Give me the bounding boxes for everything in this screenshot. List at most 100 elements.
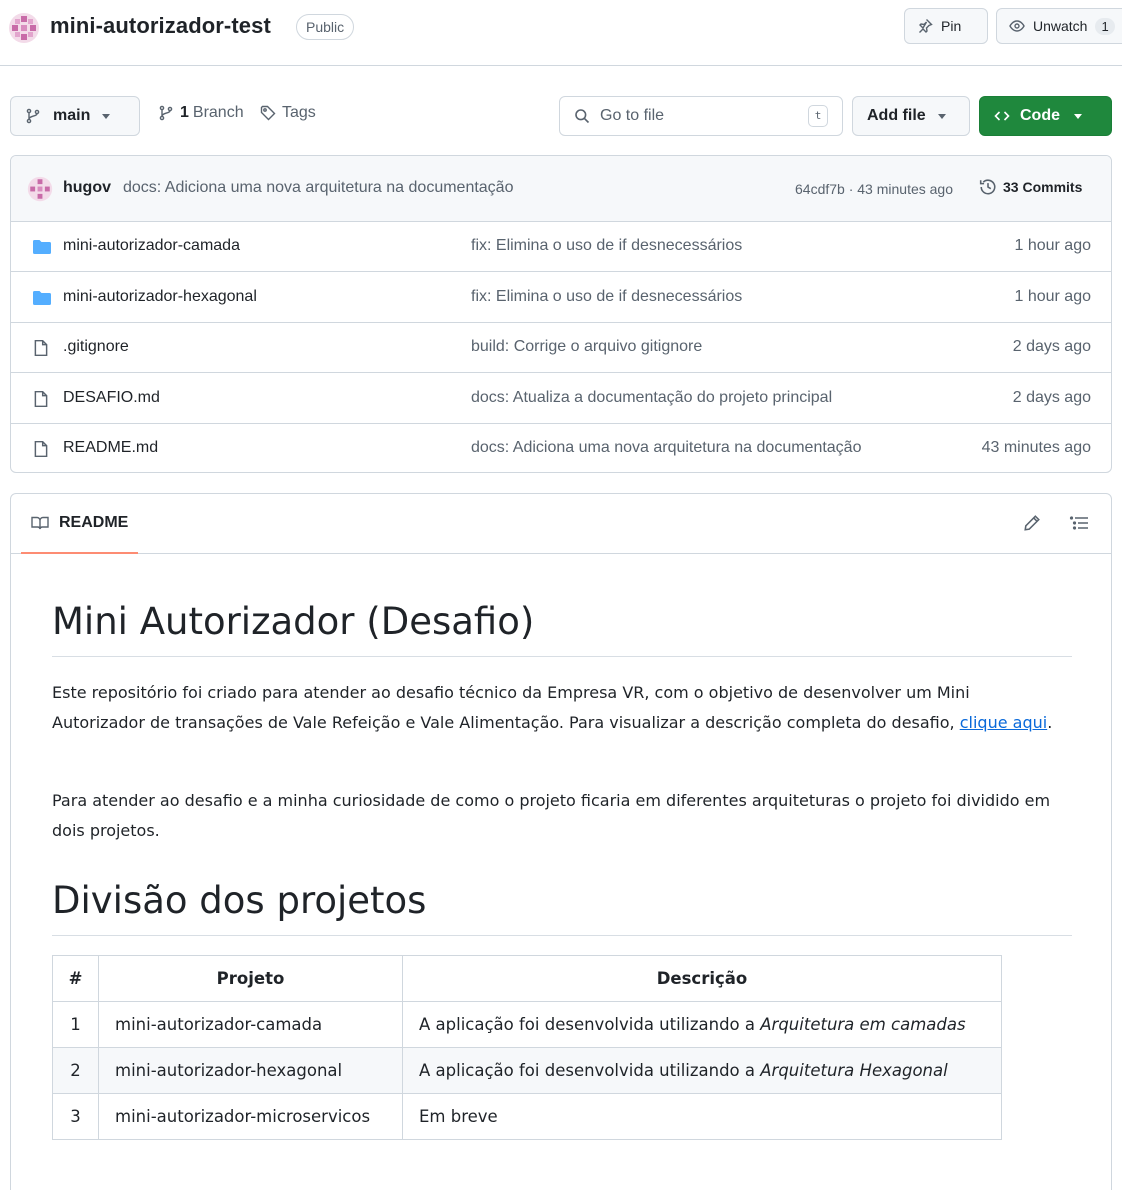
row-project: mini-autorizador-hexagonal	[98, 1047, 403, 1094]
readme-tab-label: README	[59, 514, 129, 531]
commit-author[interactable]: hugov	[63, 179, 111, 197]
readme-header: README	[11, 494, 1111, 554]
chevron-down-icon	[102, 113, 111, 119]
repo-header: mini-autorizador-test Public Pin Unwatch…	[0, 0, 1122, 66]
row-number: 2	[52, 1047, 99, 1094]
table-row: 3 mini-autorizador-microservicos Em breve	[52, 1093, 1002, 1140]
pencil-icon[interactable]	[1023, 514, 1041, 532]
file-name[interactable]: .gitignore	[63, 338, 129, 356]
file-row[interactable]: README.md docs: Adiciona uma nova arquite…	[11, 424, 1111, 472]
file-commit-message[interactable]: build: Corrige o arquivo gitignore	[471, 338, 702, 356]
desc-text: A aplicação foi desenvolvida utilizando …	[419, 1061, 761, 1080]
eye-icon	[1009, 18, 1025, 34]
file-row[interactable]: .gitignore build: Corrige o arquivo gitig…	[11, 323, 1111, 373]
row-project: mini-autorizador-camada	[98, 1001, 403, 1048]
tab-readme[interactable]: README	[21, 494, 139, 554]
branch-name: main	[53, 107, 91, 124]
file-row[interactable]: mini-autorizador-camada fix: Elimina o us…	[11, 222, 1111, 272]
history-icon	[979, 178, 997, 196]
pin-label: Pin	[941, 18, 962, 34]
file-row[interactable]: DESAFIO.md docs: Atualiza a documentação …	[11, 374, 1111, 424]
file-commit-message[interactable]: fix: Elimina o uso de if desnecessários	[471, 288, 742, 306]
code-label: Code	[1020, 107, 1060, 124]
latest-commit-bar: hugov docs: Adiciona uma nova arquitetur…	[11, 156, 1111, 222]
commits-link[interactable]: 33 Commits	[979, 178, 1082, 196]
readme-title: Mini Autorizador (Desafio)	[52, 598, 1072, 657]
row-number: 1	[52, 1001, 99, 1048]
unwatch-label: Unwatch	[1033, 18, 1088, 34]
branches-label: Branch	[192, 104, 244, 121]
readme-intro-paragraph: Este repositório foi criado para atender…	[52, 678, 1057, 737]
list-icon[interactable]	[1069, 514, 1089, 532]
pin-button[interactable]: Pin	[904, 8, 988, 44]
commit-hash-time[interactable]: 64cdf7b · 43 minutes ago	[795, 181, 953, 197]
row-description: Em breve	[402, 1093, 1002, 1140]
file-icon	[32, 339, 50, 357]
tags-link[interactable]: Tags	[260, 104, 316, 122]
chevron-down-icon	[937, 113, 946, 119]
file-commit-time: 1 hour ago	[1014, 287, 1091, 305]
file-commit-time: 43 minutes ago	[981, 439, 1091, 456]
chevron-down-icon	[1074, 113, 1082, 119]
branch-selector[interactable]: main	[10, 96, 140, 136]
table-row: 1 mini-autorizador-camada A aplicação foi …	[52, 1001, 1002, 1048]
repo-name[interactable]: mini-autorizador-test	[50, 13, 271, 39]
table-row: 2 mini-autorizador-hexagonal A aplicação f…	[52, 1047, 1002, 1094]
file-commit-time: 2 days ago	[1012, 338, 1091, 355]
row-description: A aplicação foi desenvolvida utilizando …	[402, 1001, 1002, 1048]
search-shortcut-key: t	[808, 105, 828, 127]
file-icon	[32, 440, 50, 458]
intro-end: .	[1047, 712, 1053, 732]
file-commit-time: 2 days ago	[1012, 388, 1091, 406]
projects-table: # Projeto Descrição 1 mini-autorizador-ca…	[52, 955, 1002, 1140]
intro-text: Este repositório foi criado para atender…	[52, 683, 970, 732]
readme-panel: README Mini Autorizador (Desafio) Este r…	[10, 493, 1112, 1190]
file-name[interactable]: README.md	[63, 439, 158, 457]
table-header: Descrição	[402, 955, 1002, 1002]
tags-label: Tags	[282, 104, 316, 121]
code-button[interactable]: Code	[979, 96, 1112, 136]
tag-icon	[260, 105, 276, 121]
branch-icon	[158, 105, 174, 121]
table-header: Projeto	[98, 955, 403, 1002]
file-commit-time: 1 hour ago	[1014, 237, 1091, 254]
table-header: #	[52, 955, 99, 1002]
file-commit-message[interactable]: fix: Elimina o uso de if desnecessários	[471, 237, 742, 255]
add-file-label: Add file	[867, 107, 926, 124]
file-icon	[32, 390, 50, 408]
folder-icon	[32, 238, 52, 256]
repo-avatar-icon[interactable]	[8, 12, 40, 44]
code-icon	[994, 108, 1010, 124]
book-icon	[31, 515, 49, 531]
file-name[interactable]: mini-autorizador-camada	[63, 237, 240, 255]
desc-text: A aplicação foi desenvolvida utilizando …	[419, 1015, 761, 1034]
file-commit-message[interactable]: docs: Atualiza a documentação do projeto…	[471, 389, 832, 407]
search-icon	[574, 108, 590, 124]
branch-icon	[25, 108, 41, 124]
file-name[interactable]: DESAFIO.md	[63, 389, 160, 407]
table-header-row: # Projeto Descrição	[52, 955, 1002, 1002]
desc-emphasis: Arquitetura Hexagonal	[760, 1061, 948, 1080]
row-project: mini-autorizador-microservicos	[98, 1093, 403, 1140]
file-commit-message[interactable]: docs: Adiciona uma nova arquitetura na d…	[471, 439, 861, 457]
branches-count: 1	[180, 104, 189, 121]
author-avatar-icon[interactable]	[27, 176, 53, 202]
add-file-button[interactable]: Add file	[852, 96, 970, 136]
search-placeholder: Go to file	[600, 107, 665, 124]
section-title: Divisão dos projetos	[52, 877, 1072, 936]
go-to-file-search[interactable]: Go to file t	[559, 96, 843, 136]
commit-message[interactable]: docs: Adiciona uma nova arquitetura na d…	[123, 179, 513, 197]
branches-link[interactable]: 1 Branch	[158, 104, 244, 122]
unwatch-button[interactable]: Unwatch 1	[996, 8, 1122, 44]
pin-icon	[917, 18, 933, 34]
desc-emphasis: Arquitetura em camadas	[760, 1015, 966, 1034]
desc-text: Em breve	[419, 1107, 498, 1126]
file-name[interactable]: mini-autorizador-hexagonal	[63, 288, 257, 306]
clique-aqui-link[interactable]: clique aqui	[960, 713, 1047, 732]
file-row[interactable]: mini-autorizador-hexagonal fix: Elimina o…	[11, 273, 1111, 323]
readme-paragraph-2: Para atender ao desafio e a minha curios…	[52, 791, 1051, 840]
file-browser: hugov docs: Adiciona uma nova arquitetur…	[10, 155, 1112, 473]
watch-count: 1	[1095, 17, 1115, 35]
row-description: A aplicação foi desenvolvida utilizando …	[402, 1047, 1002, 1094]
visibility-badge: Public	[296, 14, 355, 40]
